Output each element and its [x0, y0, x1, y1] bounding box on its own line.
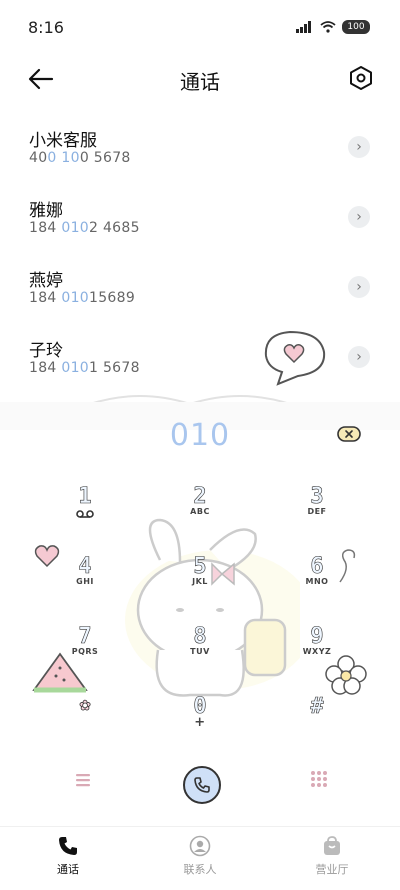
key-6[interactable]: 6 MNO — [277, 554, 357, 614]
list-item[interactable]: 子玲 184 0101 5678 › — [0, 322, 400, 392]
contact-name: 子玲 — [29, 341, 63, 361]
key-letters: DEF — [307, 507, 327, 516]
key-letters: JKL — [192, 577, 208, 586]
tab-label: 通话 — [57, 863, 79, 876]
signal-icon — [296, 21, 311, 33]
tab-label: 营业厅 — [315, 863, 349, 876]
number-part: 184 — [29, 360, 62, 376]
person-icon — [189, 835, 211, 857]
page-title: 通话 — [180, 70, 220, 94]
battery-icon: 100 — [342, 20, 370, 34]
key-hash[interactable]: # — [277, 694, 357, 754]
dialpad-grid-icon[interactable] — [308, 768, 330, 790]
header: 通话 — [0, 56, 400, 100]
tab-service-hall[interactable]: 营业厅 — [282, 835, 382, 877]
chevron-right-icon[interactable]: › — [348, 206, 370, 228]
backspace-icon[interactable] — [336, 424, 362, 444]
tab-calls[interactable]: 通话 — [18, 835, 118, 877]
key-letters: TUV — [190, 647, 210, 656]
key-digit: 2 — [193, 484, 207, 510]
chevron-right-icon[interactable]: › — [348, 136, 370, 158]
key-digit: 6 — [310, 554, 324, 580]
call-button[interactable] — [183, 766, 221, 804]
chevron-right-icon[interactable]: › — [348, 276, 370, 298]
dialer-actions — [0, 760, 400, 810]
key-5[interactable]: 5 JKL — [160, 554, 240, 614]
key-digit: 4 — [78, 554, 92, 580]
key-digit: 1 — [78, 484, 92, 510]
number-part: 0 5678 — [79, 150, 131, 166]
number-match: 010 — [61, 220, 89, 236]
key-9[interactable]: 9 WXYZ — [277, 624, 357, 684]
number-part: 40 — [29, 150, 48, 166]
key-digit: 9 — [310, 624, 324, 650]
status-icons: 100 — [296, 20, 370, 34]
contact-number: 184 01015689 — [29, 290, 135, 306]
settings-hexagon-icon[interactable] — [348, 65, 374, 91]
key-letters: PQRS — [71, 647, 99, 656]
voicemail-icon — [76, 510, 94, 518]
key-digit: 7 — [78, 624, 92, 650]
key-digit: 3 — [310, 484, 324, 510]
number-part: 184 — [29, 220, 62, 236]
key-letters: ABC — [190, 507, 210, 516]
key-2[interactable]: 2 ABC — [160, 484, 240, 544]
number-part: 184 — [29, 290, 62, 306]
key-letters: MNO — [305, 577, 329, 586]
tab-label: 联系人 — [183, 863, 217, 876]
phone-icon — [59, 837, 77, 855]
chevron-right-icon[interactable]: › — [348, 346, 370, 368]
bottom-tab-bar: 通话 联系人 营业厅 — [0, 826, 400, 890]
contact-name: 燕婷 — [29, 271, 63, 291]
phone-icon — [194, 777, 210, 793]
number-part: 2 4685 — [89, 220, 140, 236]
dial-display: 010 — [0, 412, 400, 460]
contact-name: 小米客服 — [29, 131, 97, 151]
key-digit: ✿ — [79, 694, 91, 716]
contact-number: 400 100 5678 — [29, 150, 131, 166]
key-letters: WXYZ — [302, 647, 332, 656]
number-match: 0 — [47, 150, 57, 166]
key-star[interactable]: ✿ — [45, 694, 125, 754]
list-item[interactable]: 燕婷 184 01015689 › — [0, 252, 400, 322]
key-digit: 8 — [193, 624, 207, 650]
number-part: 1 5678 — [89, 360, 140, 376]
contact-list: 小米客服 400 100 5678 › 雅娜 184 0102 4685 › 燕… — [0, 112, 400, 392]
number-part: 15689 — [89, 290, 136, 306]
status-time: 8:16 — [28, 18, 64, 37]
status-bar: 8:16 100 — [0, 0, 400, 56]
contact-number: 184 0102 4685 — [29, 220, 140, 236]
menu-icon[interactable] — [72, 770, 94, 790]
key-1[interactable]: 1 — [45, 484, 125, 544]
key-0[interactable]: 0 + — [160, 694, 240, 754]
number-match: 010 — [61, 360, 89, 376]
contact-number: 184 0101 5678 — [29, 360, 140, 376]
key-8[interactable]: 8 TUV — [160, 624, 240, 684]
key-4[interactable]: 4 GHI — [45, 554, 125, 614]
number-match: 010 — [61, 290, 89, 306]
number-match: 10 — [61, 150, 80, 166]
key-7[interactable]: 7 PQRS — [45, 624, 125, 684]
contact-name: 雅娜 — [29, 201, 63, 221]
key-digit: # — [310, 694, 324, 720]
list-item[interactable]: 小米客服 400 100 5678 › — [0, 112, 400, 182]
key-3[interactable]: 3 DEF — [277, 484, 357, 544]
key-letters: + — [194, 715, 206, 730]
wifi-icon — [320, 21, 336, 33]
tab-contacts[interactable]: 联系人 — [150, 835, 250, 877]
shop-bag-icon — [324, 836, 340, 855]
list-item[interactable]: 雅娜 184 0102 4685 › — [0, 182, 400, 252]
heart-bubble-icon — [264, 330, 326, 386]
key-letters: GHI — [76, 577, 94, 586]
key-digit: 5 — [193, 554, 207, 580]
